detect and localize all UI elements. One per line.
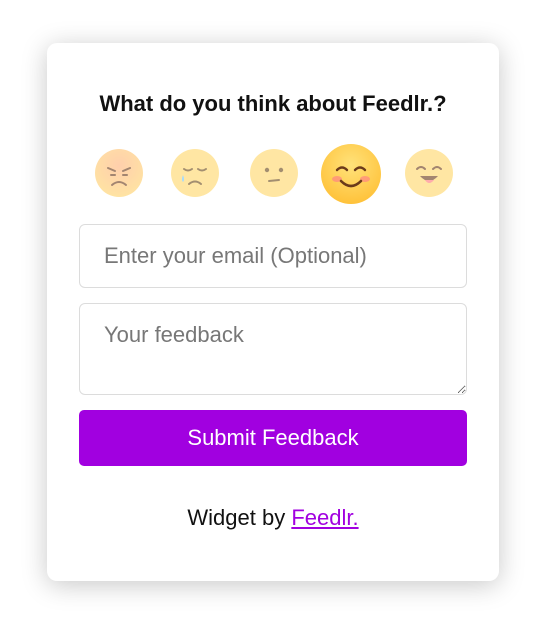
laughing-face-icon[interactable] <box>404 148 454 198</box>
feedback-textarea[interactable] <box>79 303 467 395</box>
submit-feedback-button[interactable]: Submit Feedback <box>79 410 467 466</box>
sad-face-icon[interactable] <box>170 148 220 198</box>
neutral-face-icon[interactable] <box>249 148 299 198</box>
footer-prefix: Widget by <box>187 505 292 530</box>
angry-face-icon[interactable] <box>94 148 144 198</box>
smiling-face-icon[interactable] <box>320 143 382 205</box>
feedback-widget: What do you think about Feedlr.? Enter y… <box>47 43 499 581</box>
email-input[interactable] <box>79 224 467 288</box>
rating-faces <box>47 143 499 207</box>
widget-footer: Widget by Feedlr. <box>47 505 499 531</box>
feedlr-link[interactable]: Feedlr. <box>291 505 358 530</box>
widget-question: What do you think about Feedlr.? <box>99 91 447 116</box>
